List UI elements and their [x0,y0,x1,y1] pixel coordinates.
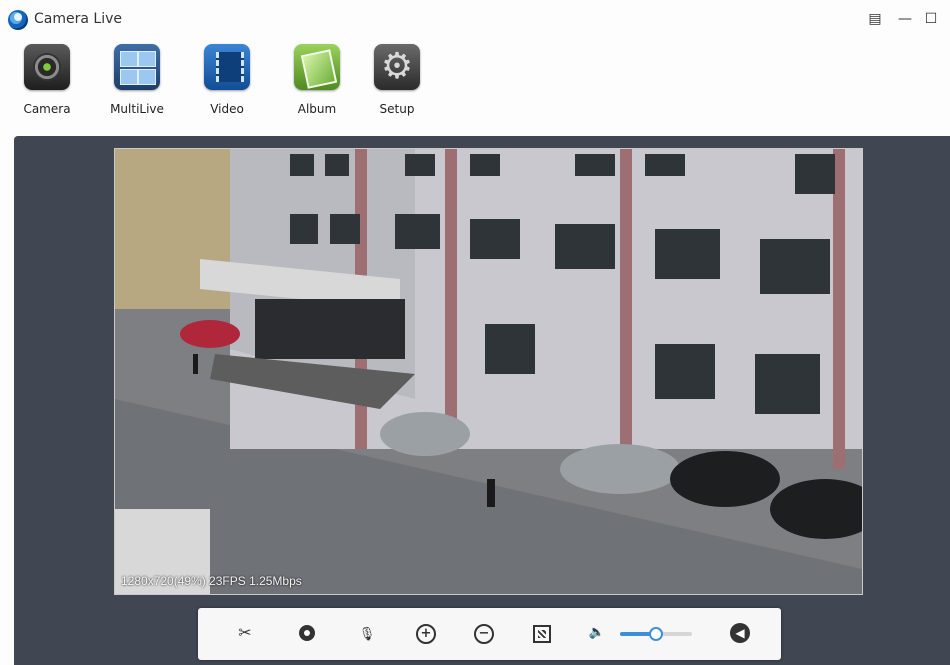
multilive-icon [114,44,160,90]
toolbar-label: Setup [379,102,415,116]
zoom-in-icon: + [416,624,436,644]
fullscreen-icon [533,625,551,643]
live-video-feed[interactable]: 1280x720(49%) 23FPS 1.25Mbps [114,148,863,595]
speaker-icon: 🔈 [588,625,606,640]
record-button[interactable] [296,622,318,644]
app-title: Camera Live [34,11,122,27]
toolbar-album-button[interactable]: Album [282,40,352,124]
microphone-button[interactable]: 🎙 [356,622,378,644]
toolbar-camera-button[interactable]: Camera [12,40,82,124]
app-logo-icon [8,10,28,30]
toolbar-label: Album [297,102,337,116]
microphone-icon: 🎙 [358,627,376,642]
back-button[interactable]: ◀ [730,623,750,643]
toolbar-label: Camera [23,102,71,116]
playback-control-bar: ✂ 🎙 + − 🔈 ◀ [198,608,781,660]
minimize-button[interactable]: — [896,10,914,28]
album-icon [294,44,340,90]
camera-icon [24,44,70,90]
toolbar-label: Video [210,102,244,116]
toolbar-multilive-button[interactable]: MultiLive [102,40,172,124]
title-bar: Camera Live ▤ — ☐ [0,0,950,38]
camera-scene-image [115,149,862,594]
fullscreen-button[interactable] [530,622,552,644]
maximize-button[interactable]: ☐ [922,10,940,28]
toolbar-setup-button[interactable]: Setup [362,40,432,124]
scissors-icon: ✂ [238,623,252,642]
app-window: Camera Live ▤ — ☐ Camera MultiLive Video… [0,0,950,665]
zoom-in-button[interactable]: + [414,622,436,644]
video-icon [204,44,250,90]
gear-icon [374,44,420,90]
snapshot-button[interactable]: ✂ [234,622,256,644]
volume-button[interactable]: 🔈 [586,622,608,644]
volume-slider[interactable] [620,627,692,641]
zoom-out-icon: − [474,624,494,644]
record-icon [299,625,315,641]
menu-icon[interactable]: ▤ [866,10,884,28]
stream-status-text: 1280x720(49%) 23FPS 1.25Mbps [121,574,302,588]
main-toolbar: Camera MultiLive Video Album Setup [0,40,950,124]
toolbar-video-button[interactable]: Video [192,40,262,124]
volume-slider-handle[interactable] [649,627,663,641]
zoom-out-button[interactable]: − [472,622,494,644]
toolbar-label: MultiLive [110,102,164,116]
